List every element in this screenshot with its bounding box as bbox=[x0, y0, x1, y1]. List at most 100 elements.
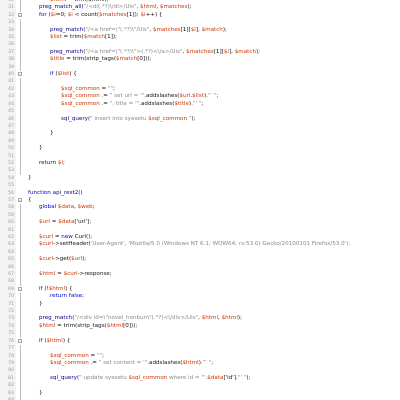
code-line[interactable]: 61 bbox=[0, 226, 400, 234]
code-line[interactable]: 70 return false; bbox=[0, 293, 400, 301]
code-text: $sql_common = ""; bbox=[22, 353, 104, 360]
code-line[interactable]: 81 sql_query(" update syesetu $sql_common… bbox=[0, 374, 400, 383]
line-number: 69 bbox=[8, 286, 14, 292]
code-line[interactable]: 48} bbox=[0, 130, 400, 138]
line-number: 78 bbox=[8, 353, 14, 359]
code-text: $html = trim(strip_tags($html[0])); bbox=[22, 323, 137, 330]
code-token: .= bbox=[99, 93, 110, 100]
code-line[interactable]: 38 $title = trim(strip_tags($match[0])); bbox=[0, 56, 400, 64]
code-line[interactable]: 41 bbox=[0, 78, 400, 86]
code-line[interactable]: 56 function api_rest2() bbox=[0, 190, 400, 197]
code-token: = bbox=[49, 219, 59, 226]
code-line[interactable]: 55 bbox=[0, 182, 400, 189]
code-line[interactable]: 44 $sql_common .= ", title = '".addslashe… bbox=[0, 100, 400, 109]
code-line[interactable]: 72 bbox=[0, 308, 400, 316]
code-token: $url bbox=[71, 256, 83, 263]
code-token: } bbox=[39, 300, 43, 307]
code-line[interactable]: 79 $sql_common .= " set content = '".adds… bbox=[0, 359, 400, 368]
code-token: ->response; bbox=[77, 271, 112, 278]
fold-guide-line bbox=[20, 115, 21, 123]
code-line[interactable]: 83} bbox=[0, 389, 400, 397]
code-text: if ($html) { bbox=[22, 338, 70, 345]
code-token: return bbox=[39, 159, 58, 166]
code-text: if ($list) { bbox=[22, 71, 77, 78]
code-token: api_rest2() bbox=[52, 189, 83, 196]
code-line[interactable]: 78 $sql_common = ""; bbox=[0, 352, 400, 360]
code-token: " set content = '" bbox=[98, 359, 148, 366]
code-token: "/<a href=\"(.*?)\"/Uis" bbox=[85, 26, 150, 33]
code-line[interactable]: 47 bbox=[0, 122, 400, 131]
line-number: 32 bbox=[8, 12, 14, 18]
code-token: $sql_common bbox=[61, 85, 100, 92]
code-line[interactable]: 45 bbox=[0, 108, 400, 116]
code-line[interactable]: 57-{ bbox=[0, 197, 400, 204]
code-line[interactable]: 62 $curl = new Curl(); bbox=[0, 234, 400, 242]
code-line[interactable]: 50} bbox=[0, 145, 400, 153]
code-line[interactable]: 67 $html = $curl->response; bbox=[0, 271, 400, 279]
code-line[interactable]: 82 bbox=[0, 382, 400, 390]
line-number: 62 bbox=[8, 235, 14, 240]
code-line[interactable]: 40- if ($list) { bbox=[0, 71, 400, 78]
code-line[interactable]: 35 $list = trim($match[1]); bbox=[0, 34, 400, 42]
fold-guide-line bbox=[20, 389, 21, 397]
code-line[interactable]: 64 bbox=[0, 248, 400, 257]
code-token: preg_match( bbox=[50, 48, 86, 55]
code-token: ); bbox=[187, 4, 192, 11]
code-line[interactable]: 34 preg_match("/<a href=\"(.*?)\"/Uis", $… bbox=[0, 26, 400, 35]
code-line[interactable]: 53 bbox=[0, 167, 400, 175]
code-token: < count( bbox=[72, 11, 100, 18]
code-line[interactable]: 76- if ($html) { bbox=[0, 338, 400, 345]
line-number: 81 bbox=[8, 375, 14, 381]
code-line[interactable]: 33 bbox=[0, 19, 400, 27]
code-token: where id = '" bbox=[167, 374, 206, 381]
line-number: 75 bbox=[8, 331, 14, 337]
code-line[interactable]: 75 bbox=[0, 330, 400, 338]
code-token: $url bbox=[179, 93, 191, 100]
code-token: function bbox=[28, 189, 53, 196]
code-line[interactable]: 32- for ($i=0; $i < count($matches[1]); $… bbox=[0, 12, 400, 19]
line-number: 80 bbox=[8, 368, 14, 374]
fold-guide-line bbox=[20, 352, 21, 360]
fold-guide-line bbox=[20, 226, 21, 234]
code-line[interactable]: 59 bbox=[0, 211, 400, 220]
code-line[interactable]: 74 $html = trim(strip_tags($html[0])); bbox=[0, 322, 400, 331]
code-token: ['url']; bbox=[74, 219, 92, 226]
code-line[interactable]: 60 $url = $data['url']; bbox=[0, 219, 400, 227]
code-text: } bbox=[22, 301, 43, 308]
line-number: 39 bbox=[8, 64, 14, 70]
line-number: 40 bbox=[8, 72, 14, 78]
code-editor[interactable]: 30 $html = trim($html); 31 preg_match_all("… bbox=[0, 0, 400, 400]
code-line[interactable]: 58 global $data, $web; bbox=[0, 204, 400, 212]
code-text: if (!$html) { bbox=[22, 286, 73, 293]
code-text: preg_match("/<a href=\"(.*?)\"/Uis", $ma… bbox=[22, 27, 227, 34]
code-line[interactable]: 51 bbox=[0, 152, 400, 160]
code-text: $html = $curl->response; bbox=[22, 271, 112, 278]
code-token: [1][ bbox=[180, 26, 191, 33]
code-line[interactable]: 80 bbox=[0, 367, 400, 375]
fold-guide-line bbox=[20, 63, 21, 72]
code-line[interactable]: 77 bbox=[0, 345, 400, 353]
code-line[interactable]: 42 $sql_common = ""; bbox=[0, 85, 400, 94]
line-number: 65 bbox=[8, 257, 14, 263]
code-line[interactable]: 66 bbox=[0, 263, 400, 272]
code-token: " insert into syesetu bbox=[90, 115, 149, 122]
code-line[interactable]: 54} bbox=[0, 175, 400, 182]
code-line[interactable]: 37 preg_match("/<a href=\"(.*?)\">(.*?)<\… bbox=[0, 48, 400, 57]
code-line[interactable]: 46 sql_query(" insert into syesetu $sql_c… bbox=[0, 115, 400, 123]
code-line[interactable]: 73 preg_match("/<div id=\"novel_honbun\"(… bbox=[0, 315, 400, 323]
code-line[interactable]: 36 bbox=[0, 41, 400, 49]
code-line[interactable]: 63 $curl->setHeader('User-Agent', 'Mozill… bbox=[0, 241, 400, 249]
code-line[interactable]: 39 bbox=[0, 63, 400, 72]
code-line[interactable]: 43 $sql_common .= " set url = '".addslash… bbox=[0, 93, 400, 101]
code-token: $curl bbox=[39, 234, 54, 240]
code-line[interactable]: 31 preg_match_all("/<dl(.*?)\/dl>/Uis", $… bbox=[0, 4, 400, 12]
code-line[interactable]: 71} bbox=[0, 300, 400, 309]
code-line[interactable]: 68 bbox=[0, 278, 400, 286]
code-token: $curl bbox=[39, 241, 54, 248]
fold-guide-line bbox=[20, 56, 21, 64]
code-line[interactable]: 65 $curl->get($url); bbox=[0, 256, 400, 264]
code-line[interactable]: 49 bbox=[0, 137, 400, 146]
code-line[interactable]: 69- if (!$html) { bbox=[0, 286, 400, 293]
code-token: [1]); bbox=[104, 34, 117, 41]
code-line[interactable]: 52 return $i; bbox=[0, 159, 400, 168]
